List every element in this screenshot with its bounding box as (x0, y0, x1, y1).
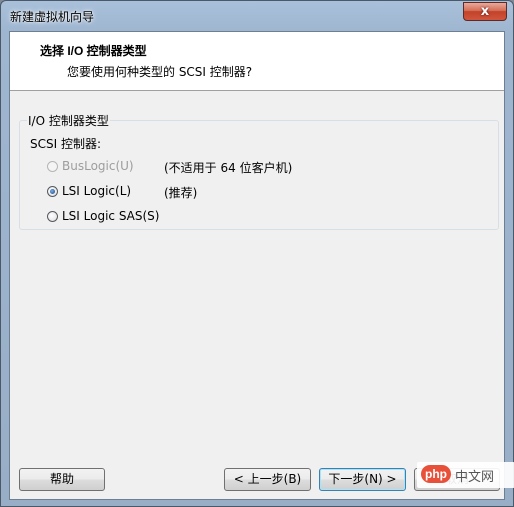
wizard-window: 新建虚拟机向导 x 选择 I/O 控制器类型 您要使用何种类型的 SCSI 控制… (0, 0, 514, 507)
window-title: 新建虚拟机向导 (10, 10, 95, 24)
wizard-header: 选择 I/O 控制器类型 您要使用何种类型的 SCSI 控制器? (10, 32, 504, 91)
radio-dot-icon (50, 189, 55, 194)
radio-button-selected-icon[interactable] (47, 186, 58, 197)
radio-label: LSI Logic SAS(S) (62, 209, 160, 223)
page-title: 选择 I/O 控制器类型 (40, 44, 147, 58)
back-button[interactable]: < 上一步(B) (224, 468, 311, 491)
page-subtitle: 您要使用何种类型的 SCSI 控制器? (67, 65, 253, 79)
close-button[interactable]: x (463, 2, 507, 21)
close-icon: x (480, 4, 490, 19)
php-logo-icon: php (421, 465, 451, 483)
watermark-text: 中文网 (455, 469, 495, 484)
radio-note: (推荐) (164, 186, 198, 200)
radio-label: LSI Logic(L) (62, 184, 132, 198)
help-button[interactable]: 帮助 (19, 468, 105, 491)
next-button[interactable]: 下一步(N) > (319, 468, 406, 491)
group-legend: I/O 控制器类型 (27, 112, 110, 129)
radio-button-icon[interactable] (47, 161, 58, 172)
radio-label: BusLogic(U) (62, 159, 134, 173)
scsi-controller-label: SCSI 控制器: (30, 137, 102, 151)
dialog-client-area: 选择 I/O 控制器类型 您要使用何种类型的 SCSI 控制器? I/O 控制器… (9, 31, 505, 500)
radio-note: (不适用于 64 位客户机) (164, 161, 293, 175)
radio-button-icon[interactable] (47, 211, 58, 222)
watermark: php 中文网 (417, 462, 514, 488)
title-bar[interactable]: 新建虚拟机向导 x (1, 1, 513, 31)
